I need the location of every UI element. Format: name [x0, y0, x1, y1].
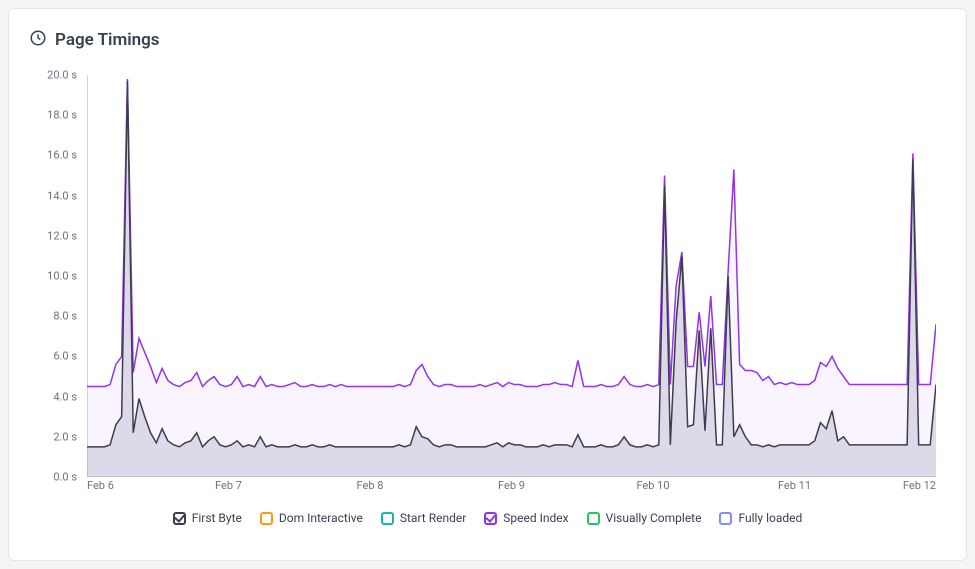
y-axis: 0.0 s2.0 s4.0 s6.0 s8.0 s10.0 s12.0 s14.…	[29, 75, 83, 477]
chart-area: 0.0 s 2.0 s 4.0 s 6.0 s 8.0 s 10.0 s 12.0 s 14.…	[29, 65, 946, 505]
legend-checkbox-icon	[484, 512, 497, 525]
legend-checkbox-icon	[173, 512, 186, 525]
y-tick-label: 16.0 s	[47, 149, 77, 162]
y-tick-label: 18.0 s	[47, 109, 77, 122]
legend-label: Fully loaded	[738, 511, 802, 525]
legend-label: First Byte	[192, 511, 242, 525]
legend-label: Start Render	[400, 511, 466, 525]
legend-label: Speed Index	[503, 511, 568, 525]
y-tick-label: 0.0 s	[53, 471, 77, 484]
x-tick-label: Feb 11	[778, 479, 811, 492]
page-timings-card: Page Timings 0.0 s 2.0 s 4.0 s 6.0 s 8.0 s 10…	[8, 8, 967, 561]
y-tick-label: 4.0 s	[53, 390, 77, 403]
x-tick-label: Feb 8	[357, 479, 384, 492]
legend-item-start-render[interactable]: Start Render	[381, 511, 466, 525]
x-tick-label: Feb 6	[87, 479, 114, 492]
legend-item-visually-complete[interactable]: Visually Complete	[587, 511, 702, 525]
y-tick-label: 8.0 s	[53, 310, 77, 323]
legend-label: Visually Complete	[606, 511, 702, 525]
legend-checkbox-icon	[381, 512, 394, 525]
legend-item-first-byte[interactable]: First Byte	[173, 511, 242, 525]
y-tick-label: 10.0 s	[47, 270, 77, 283]
x-tick-label: Feb 9	[498, 479, 525, 492]
x-axis: Feb 6 Feb 7 Feb 8 Feb 9 Feb 10 Feb 11 Feb 12	[87, 479, 936, 499]
card-header: Page Timings	[29, 29, 946, 51]
y-tick-label: 20.0 s	[47, 69, 77, 82]
y-tick-label: 12.0 s	[47, 229, 77, 242]
chart-svg	[87, 75, 936, 477]
x-tick-label: Feb 7	[215, 479, 242, 492]
legend-checkbox-icon	[260, 512, 273, 525]
legend-item-fully-loaded[interactable]: Fully loaded	[719, 511, 802, 525]
x-tick-label: Feb 10	[636, 479, 669, 492]
card-title: Page Timings	[55, 30, 160, 50]
y-tick-label: 6.0 s	[53, 350, 77, 363]
y-tick-label: 2.0 s	[53, 430, 77, 443]
legend-checkbox-icon	[719, 512, 732, 525]
legend-label: Dom Interactive	[279, 511, 363, 525]
x-tick-label: Feb 12	[903, 479, 936, 492]
chart-legend: First Byte Dom Interactive Start Render Spe…	[29, 511, 946, 525]
y-tick-label: 14.0 s	[47, 189, 77, 202]
legend-checkbox-icon	[587, 512, 600, 525]
clock-icon	[29, 29, 47, 51]
plot-area[interactable]	[87, 75, 936, 477]
legend-item-speed-index[interactable]: Speed Index	[484, 511, 568, 525]
legend-item-dom-interactive[interactable]: Dom Interactive	[260, 511, 363, 525]
